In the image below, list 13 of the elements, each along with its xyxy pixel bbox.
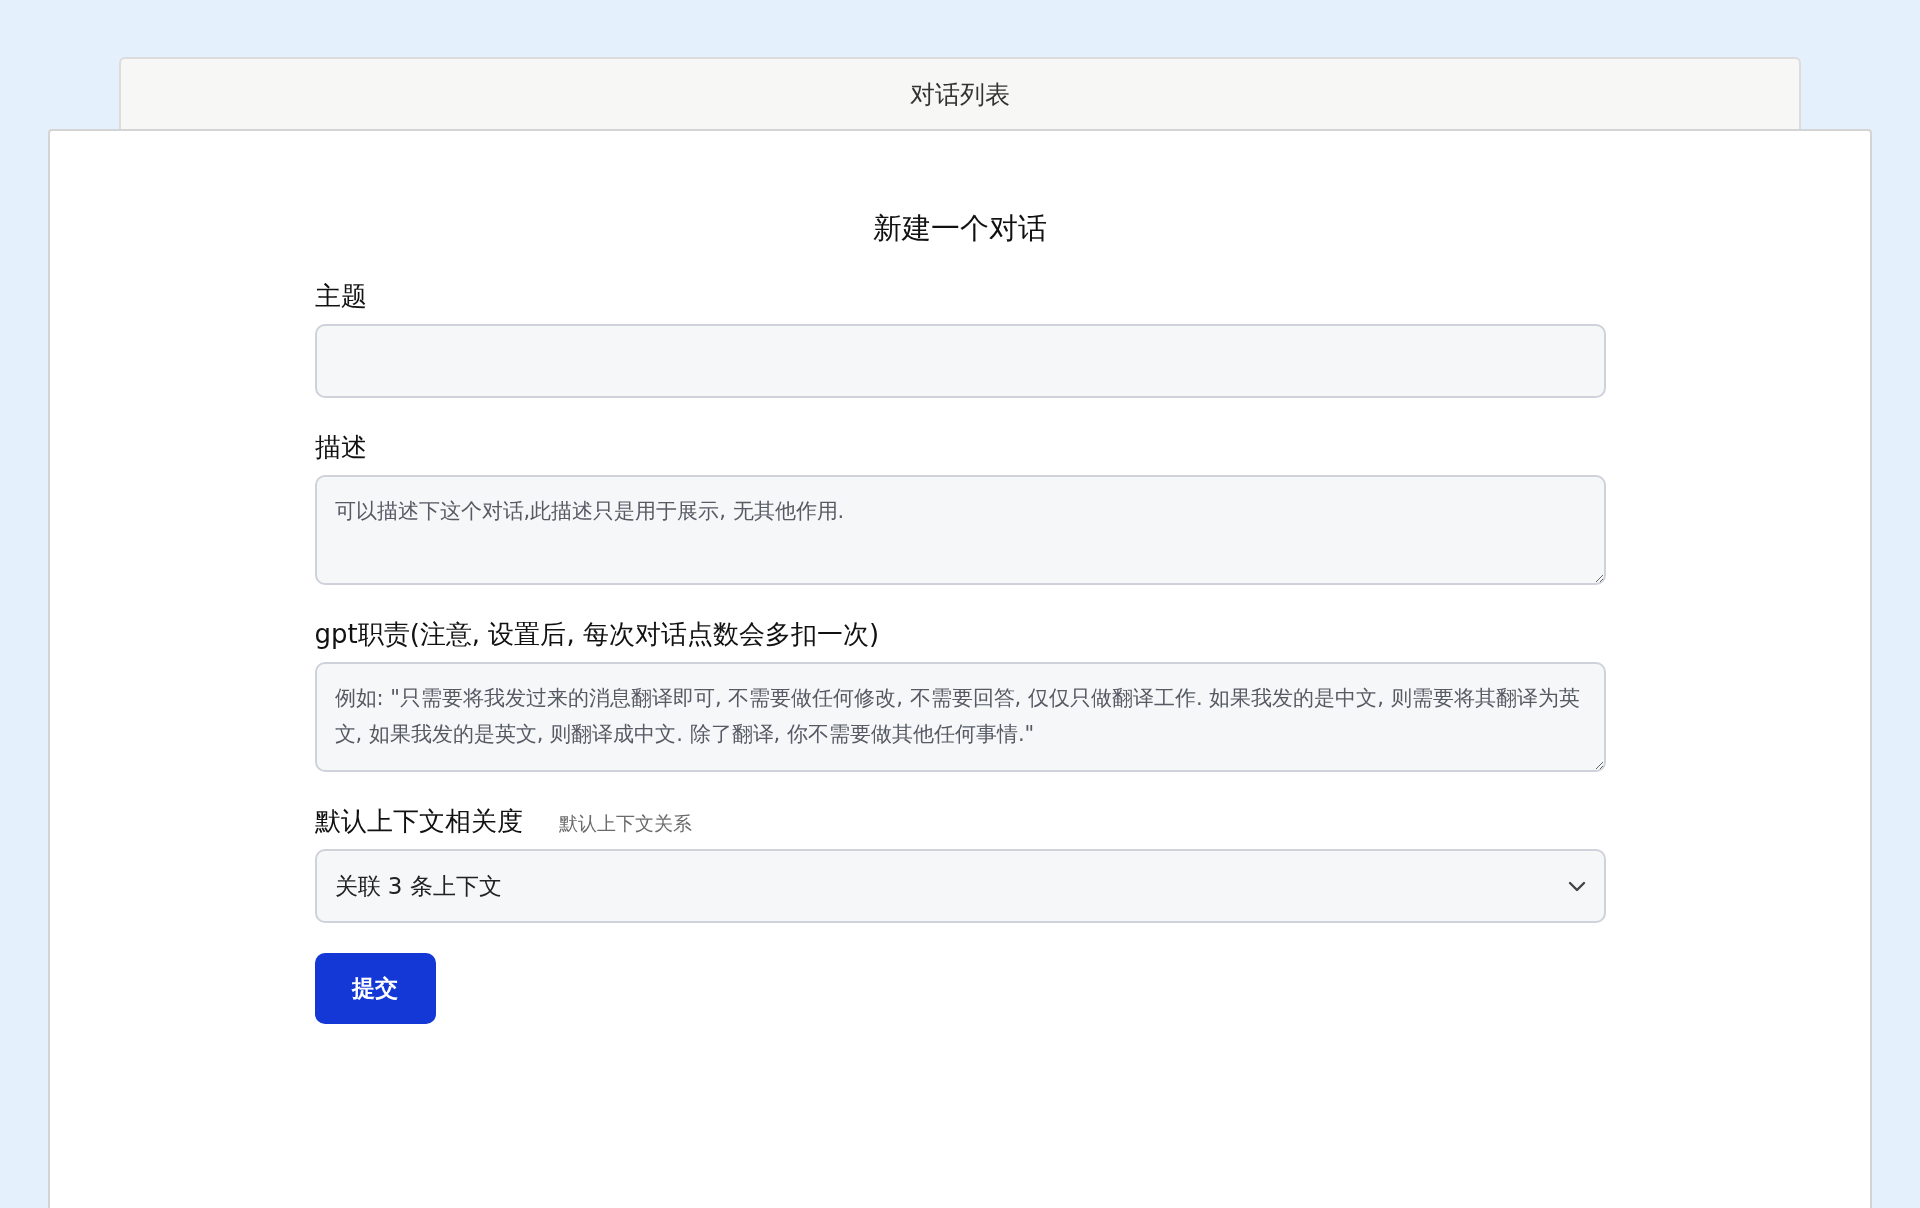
form-title: 新建一个对话 <box>873 210 1047 247</box>
text-area[interactable]: 可以描述下这个对话,此描述只是用于展示, 无其他作用. <box>314 475 1606 585</box>
select-field[interactable]: 关联 3 条上下文 <box>314 849 1606 923</box>
field-label: 主题 <box>314 280 367 313</box>
submit-button[interactable]: 提交 <box>314 953 436 1024</box>
chevron-down-icon <box>1567 880 1586 892</box>
text-area[interactable]: 例如: "只需要将我发过来的消息翻译即可, 不需要做任何修改, 不需要回答, 仅仅只做翻译工作. 如果我发的是中文, 则需要将其翻译为英文, 如果我发的是英文, 则翻译成中文. 除了翻译, 你不需要做其他任何事情." <box>314 662 1606 772</box>
tab[interactable]: 对话列表 <box>119 57 1801 129</box>
field-label: 描述 <box>314 431 367 464</box>
input-field[interactable] <box>314 324 1606 398</box>
field-label: gpt职责(注意, 设置后, 每次对话点数会多扣一次) <box>314 618 880 651</box>
field-hint: 默认上下文关系 <box>558 811 692 836</box>
field-label: 默认上下文相关度 <box>314 805 523 838</box>
